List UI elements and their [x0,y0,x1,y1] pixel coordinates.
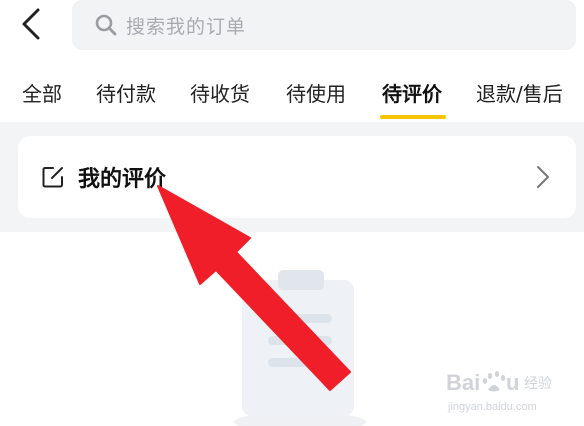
empty-state-clipboard-illustration [234,270,366,426]
tab-pending-review[interactable]: 待评价 [382,78,442,107]
tab-all[interactable]: 全部 [22,78,62,107]
my-reviews-entry[interactable]: 我的评价 [18,136,576,218]
baidu-logo-icon: Bai u 经验 jingyan.baidu.com [446,370,552,413]
search-icon [95,14,117,36]
svg-text:jingyan.baidu.com: jingyan.baidu.com [447,401,537,413]
tab-refund-aftersale[interactable]: 退款/售后 [476,78,563,107]
svg-text:Bai: Bai [446,370,480,395]
tab-pending-use[interactable]: 待使用 [286,78,346,107]
tab-pending-receipt[interactable]: 待收货 [190,78,250,107]
search-input[interactable]: 搜索我的订单 [72,0,576,50]
svg-text:u: u [506,370,519,395]
content-area: 我的评价 [0,122,584,232]
order-tabs: 全部 待付款 待收货 待使用 待评价 退款/售后 [0,68,584,122]
chevron-left-icon [22,8,40,40]
svg-text:经验: 经验 [524,376,552,392]
active-tab-indicator [380,115,446,119]
back-button[interactable] [14,6,50,42]
header-bar: 搜索我的订单 [0,0,584,66]
chevron-right-icon [537,166,549,188]
tab-pending-payment[interactable]: 待付款 [96,78,156,107]
search-placeholder: 搜索我的订单 [126,16,247,38]
edit-icon [42,167,63,188]
my-reviews-label: 我的评价 [78,167,167,192]
baidu-jingyan-watermark: Bai u 经验 jingyan.baidu.com [444,366,564,416]
